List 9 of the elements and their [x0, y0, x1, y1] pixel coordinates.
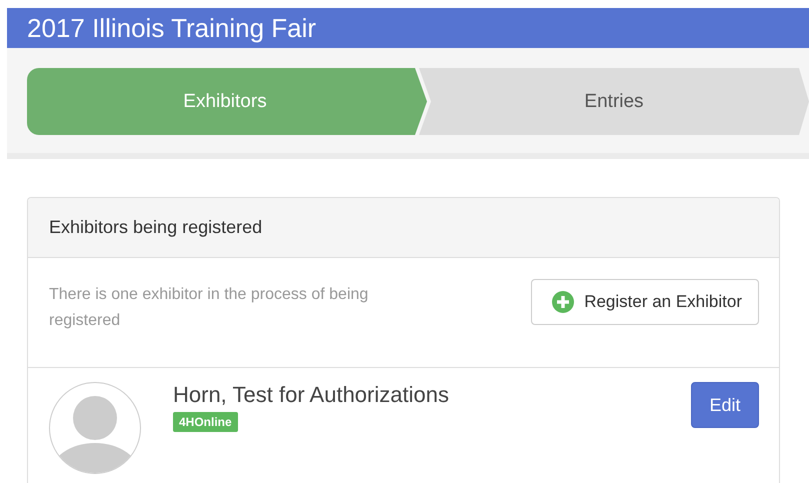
panel-title: Exhibitors being registered [49, 217, 262, 238]
plus-circle-icon [552, 291, 574, 313]
step-tab[interactable]: Entries [418, 68, 809, 135]
exhibitor-name: Horn, Test for Authorizations [173, 382, 450, 408]
register-button[interactable]: Register an Exhibitor [531, 279, 759, 325]
source-label: 4HOnline [173, 412, 238, 432]
page-title: 2017 Illinois Training Fair [27, 13, 316, 43]
edit-button[interactable]: Edit [691, 382, 759, 428]
status-message: There is one exhibitor in the process of being registered [49, 285, 370, 331]
